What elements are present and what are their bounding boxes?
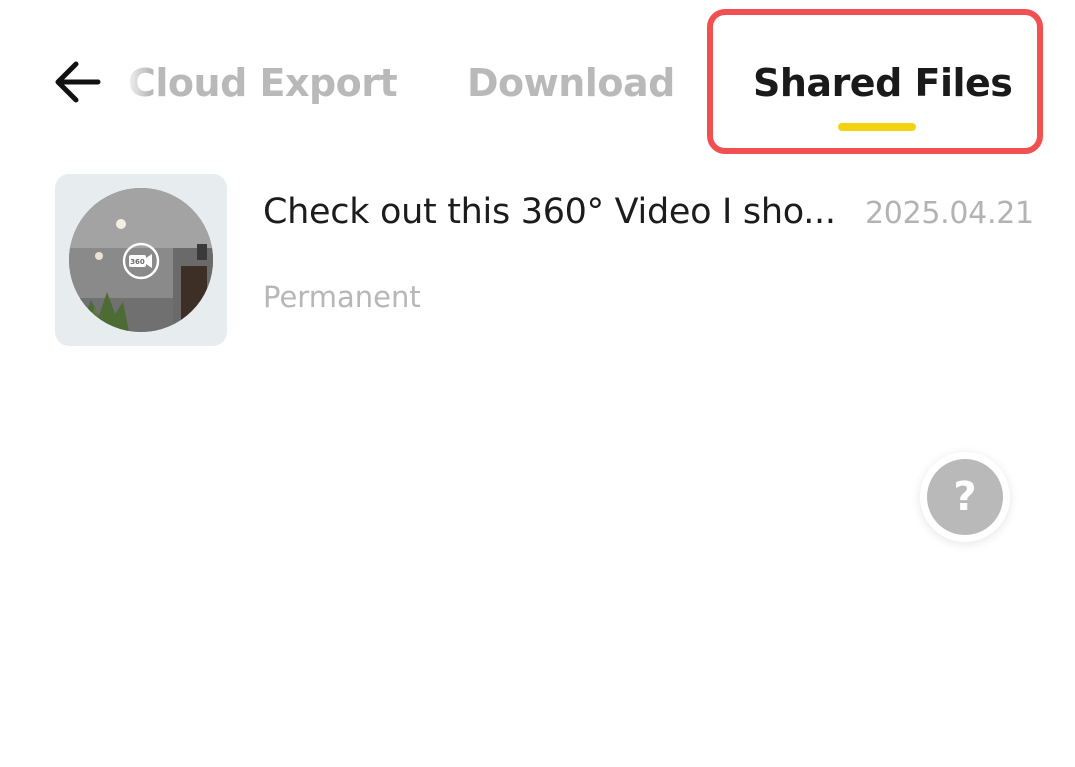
arrow-left-icon <box>55 61 101 103</box>
thumbnail-badge-text: 360 <box>130 258 145 266</box>
video-thumbnail: 360 <box>55 174 227 346</box>
file-title: Check out this 360° Video I sho... <box>263 192 836 232</box>
tab-shared-files[interactable]: Shared Files <box>753 56 1013 110</box>
help-icon: ? <box>927 459 1003 535</box>
help-button[interactable]: ? <box>920 452 1010 542</box>
360-video-icon: 360 <box>122 242 160 280</box>
file-date: 2025.04.21 <box>865 196 1034 231</box>
tab-bar: Cloud Export Download Shared Files <box>0 0 1075 165</box>
list-item[interactable]: 360 Check out this 360° Video I sho... 2… <box>0 170 1075 350</box>
file-status: Permanent <box>263 280 421 314</box>
tab-cloud-export[interactable]: Cloud Export <box>128 56 398 110</box>
back-button[interactable] <box>50 54 106 110</box>
active-tab-indicator <box>838 123 916 131</box>
tab-download[interactable]: Download <box>467 56 675 110</box>
